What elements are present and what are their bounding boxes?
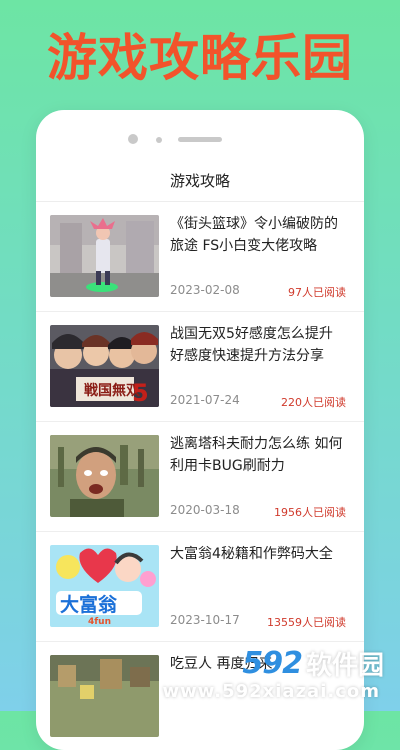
monopoly-4-thumb: 大富翁 4fun — [50, 545, 159, 627]
article-read-count: 13559人已阅读 — [267, 616, 346, 629]
soldier-face-thumb — [50, 435, 159, 517]
promo-title: 游戏攻略乐园 — [47, 28, 353, 87]
basketball-game-thumb — [50, 215, 159, 297]
camera-dot — [128, 134, 138, 144]
watermark-url: www.592xiazai.com — [162, 681, 380, 702]
article-date: 2023-10-17 — [170, 613, 240, 627]
article-item[interactable]: 逃离塔科夫耐力怎么练 如何利用卡BUG刷耐力 2020-03-18 1956人已… — [36, 422, 364, 532]
article-title: 战国无双5好感度怎么提升 好感度快速提升方法分享 — [170, 326, 333, 364]
samurai-warriors-thumb: 戦国無双 5 — [50, 325, 159, 407]
article-item[interactable]: 大富翁 4fun 大富翁4秘籍和作弊码大全 2023-10-17 13559人已… — [36, 532, 364, 642]
article-item[interactable]: 戦国無双 5 战国无双5好感度怎么提升 好感度快速提升方法分享 2021-07-… — [36, 312, 364, 422]
article-title: 大富翁4秘籍和作弊码大全 — [170, 546, 333, 562]
article-title: 《街头篮球》令小编破防的旅途 FS小白变大佬攻略 — [170, 216, 338, 254]
svg-text:5: 5 — [132, 379, 149, 407]
article-read-count: 1956人已阅读 — [274, 506, 346, 519]
article-read-count: 220人已阅读 — [281, 396, 346, 409]
watermark-number: 592 — [242, 646, 303, 681]
site-watermark: 592 软件园 www.592xiazai.com — [163, 645, 394, 707]
article-read-count: 97人已阅读 — [288, 286, 346, 299]
article-date: 2021-07-24 — [170, 393, 240, 407]
article-item[interactable]: 《街头篮球》令小编破防的旅途 FS小白变大佬攻略 2023-02-08 97人已… — [36, 202, 364, 312]
voxel-game-thumb — [50, 655, 159, 737]
svg-text:大富翁: 大富翁 — [60, 593, 118, 616]
page-title: 游戏攻略 — [169, 172, 230, 190]
article-title: 逃离塔科夫耐力怎么练 如何利用卡BUG刷耐力 — [170, 436, 343, 474]
article-date: 2023-02-08 — [170, 283, 240, 297]
speaker-grille — [178, 137, 222, 142]
sensor-dot — [156, 137, 162, 143]
article-date: 2020-03-18 — [170, 503, 240, 517]
svg-text:4fun: 4fun — [88, 617, 111, 627]
watermark-text: 软件园 — [305, 651, 384, 681]
